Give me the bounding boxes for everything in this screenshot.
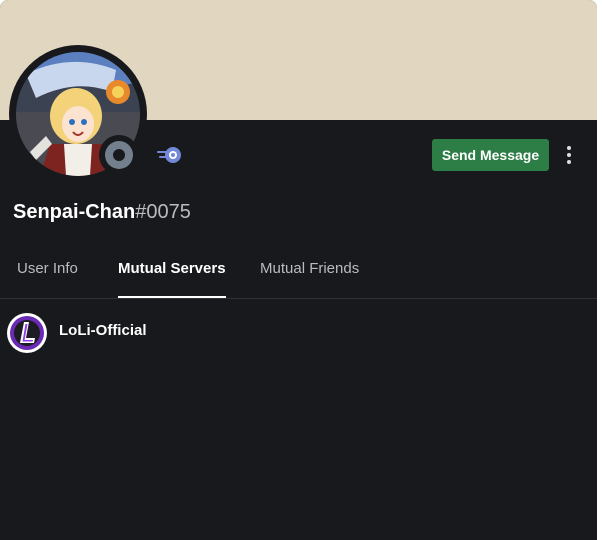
- tab-mutual-friends[interactable]: Mutual Friends: [260, 258, 359, 298]
- loli-server-icon: [7, 313, 47, 353]
- profile-tabs: User Info Mutual Servers Mutual Friends: [0, 258, 597, 299]
- more-vertical-icon[interactable]: [558, 141, 580, 169]
- server-name: LoLi-Official: [59, 321, 147, 339]
- hypesquad-badge-icon[interactable]: [156, 144, 184, 166]
- discriminator: #0075: [135, 201, 191, 223]
- send-message-button[interactable]: Send Message: [432, 139, 549, 171]
- username: Senpai-Chan: [13, 201, 136, 223]
- mutual-server-item[interactable]: LoLi-Official: [7, 312, 587, 354]
- user-name-tag: Senpai-Chan#0075: [13, 199, 191, 225]
- offline-status-icon: [105, 141, 133, 169]
- user-profile-modal: Send Message Senpai-Chan#0075 User Info …: [0, 0, 597, 540]
- tab-user-info[interactable]: User Info: [17, 258, 78, 298]
- tab-mutual-servers[interactable]: Mutual Servers: [118, 258, 226, 298]
